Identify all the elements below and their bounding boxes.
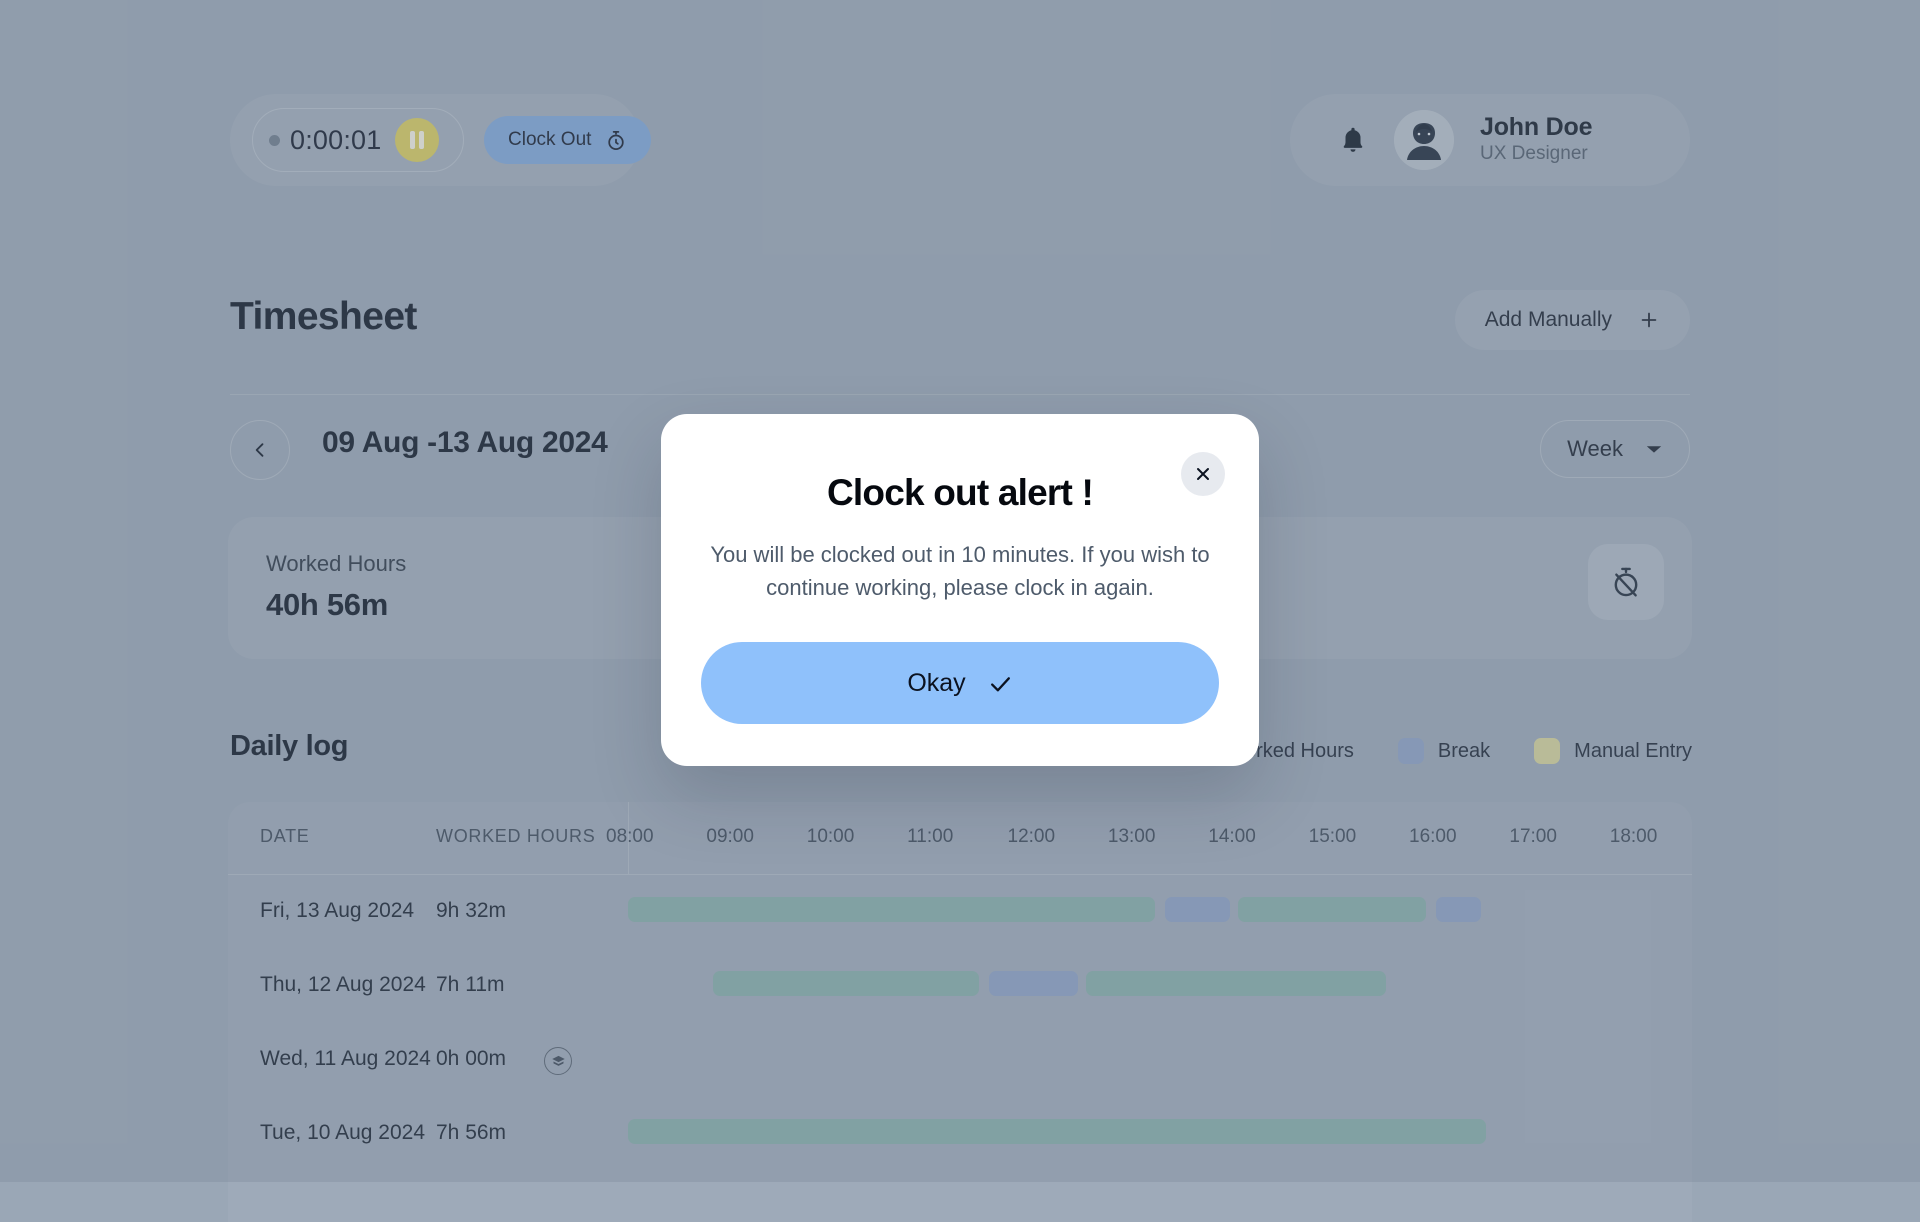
okay-button[interactable]: Okay bbox=[701, 642, 1219, 724]
clock-out-alert-modal: Clock out alert ! You will be clocked ou… bbox=[661, 414, 1259, 766]
check-icon bbox=[988, 671, 1013, 696]
okay-label: Okay bbox=[907, 669, 965, 698]
modal-body: You will be clocked out in 10 minutes. I… bbox=[701, 538, 1219, 604]
modal-title: Clock out alert ! bbox=[661, 472, 1259, 514]
